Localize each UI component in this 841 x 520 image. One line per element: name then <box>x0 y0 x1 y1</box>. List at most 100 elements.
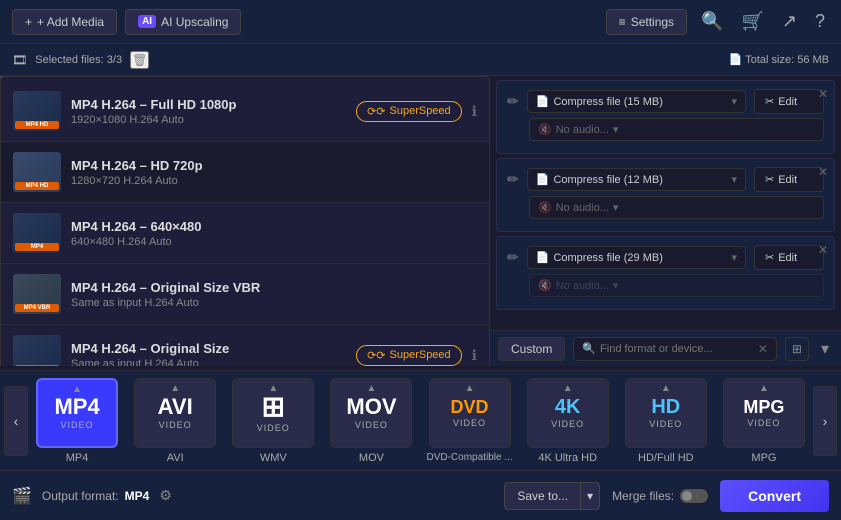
fmt-sub-hd: VIDEO <box>649 419 682 429</box>
fmt-label-mp4: MP4 <box>66 452 89 464</box>
format-item-720p[interactable]: MP4 HD MP4 H.264 – HD 720p 1280×720 H.26… <box>1 142 489 203</box>
format-info-1080p: MP4 H.264 – Full HD 1080p 1920×1080 H.26… <box>71 97 346 126</box>
clear-files-button[interactable]: 🗑 <box>130 51 149 69</box>
output-card-2: ✕ ✏ 📄 Compress file (12 MB) ▾ ✂ Edit <box>496 158 835 232</box>
format-info-720p: MP4 H.264 – HD 720p 1280×720 H.264 Auto <box>71 158 477 187</box>
format-icon-wmv[interactable]: ▲ ⊞ VIDEO WMV <box>228 378 318 464</box>
format-item-orig[interactable]: MP4 MP4 H.264 – Original Size Same as in… <box>1 325 489 366</box>
card-row-3-top: ✏ 📄 Compress file (29 MB) ▾ ✂ Edit <box>507 245 824 270</box>
edit-icon-2: ✏ <box>507 171 519 188</box>
fmt-box-dvd: ▲ DVD VIDEO <box>429 378 511 448</box>
compress-select-1[interactable]: 📄 Compress file (15 MB) ▾ <box>527 90 746 113</box>
close-icon-2: ✕ <box>818 165 828 179</box>
format-item-1080p[interactable]: MP4 HD MP4 H.264 – Full HD 1080p 1920×10… <box>1 81 489 142</box>
format-meta-640: 640×480 H.264 Auto <box>71 236 477 248</box>
plus-icon: + <box>25 15 32 29</box>
help-icon: ? <box>815 11 825 31</box>
fmt-text-4k: 4K <box>555 397 581 417</box>
fmt-badge-3: MP4 <box>15 243 59 251</box>
no-audio-select-2[interactable]: 🔇 No audio... ▾ <box>529 196 824 219</box>
format-icon-hd[interactable]: ▲ HD VIDEO HD/Full HD <box>621 378 711 464</box>
format-item-640[interactable]: MP4 MP4 H.264 – 640×480 640×480 H.264 Au… <box>1 203 489 264</box>
close-card-3-button[interactable]: ✕ <box>818 243 828 257</box>
topbar-right: ≡ Settings 🔍 🛒 ↗ ? <box>606 7 829 36</box>
format-icon-avi[interactable]: ▲ AVI VIDEO AVI <box>130 378 220 464</box>
close-card-1-button[interactable]: ✕ <box>818 87 828 101</box>
search-box: 🔍 ✕ <box>573 337 777 361</box>
ai-upscaling-button[interactable]: AI AI Upscaling <box>125 9 241 35</box>
search-glass-icon: 🔍 <box>582 342 596 355</box>
share-button[interactable]: ↗ <box>778 7 801 36</box>
no-audio-select-3[interactable]: 🔇 No audio... ▾ <box>529 274 824 297</box>
no-audio-icon-3: 🔇 <box>538 279 552 292</box>
fmt-badge-2: MP4 HD <box>15 182 59 190</box>
superspeed-badge-1: ⟳⟳ SuperSpeed <box>356 101 462 122</box>
format-name-orig: MP4 H.264 – Original Size <box>71 341 346 356</box>
convert-button[interactable]: Convert <box>720 480 829 512</box>
help-button[interactable]: ? <box>811 7 829 36</box>
fmt-sub-mov: VIDEO <box>355 420 388 430</box>
info-button-1[interactable]: ℹ <box>472 103 477 120</box>
format-info-orig: MP4 H.264 – Original Size Same as input … <box>71 341 346 367</box>
save-to-button[interactable]: Save to... <box>504 482 580 510</box>
compress-select-3[interactable]: 📄 Compress file (29 MB) ▾ <box>527 246 746 269</box>
format-info-vbr: MP4 H.264 – Original Size VBR Same as in… <box>71 280 477 309</box>
format-nav-right-button[interactable]: › <box>813 386 837 456</box>
close-card-2-button[interactable]: ✕ <box>818 165 828 179</box>
output-format-icon: 🎬 <box>12 486 32 506</box>
info-button-5[interactable]: ℹ <box>472 347 477 364</box>
merge-toggle-dot <box>682 491 692 501</box>
content-area: ▶ MP4HD ✓ MP4 HD <box>0 76 841 366</box>
format-name-vbr: MP4 H.264 – Original Size VBR <box>71 280 477 295</box>
edit-button-1[interactable]: ✂ Edit <box>754 89 824 114</box>
edit-icon-3: ✏ <box>507 249 519 266</box>
settings-button[interactable]: ≡ Settings <box>606 9 687 35</box>
fmt-label-mov: MOV <box>359 452 384 464</box>
custom-button[interactable]: Custom <box>498 337 565 361</box>
merge-files-toggle[interactable] <box>680 489 708 503</box>
format-icon-dvd[interactable]: ▲ DVD VIDEO DVD-Compatible ... <box>425 378 515 464</box>
file-thumb-2: MP4 HD <box>13 152 61 192</box>
chevron-down-icon-3: ▾ <box>731 251 737 264</box>
expand-right-button[interactable]: ▾ <box>817 339 833 359</box>
format-nav-left-button[interactable]: ‹ <box>4 386 28 456</box>
compress-file-icon-3: 📄 <box>536 251 550 264</box>
no-audio-select-1[interactable]: 🔇 No audio... ▾ <box>529 118 824 141</box>
output-format-value: MP4 <box>125 489 150 503</box>
file-thumb-3: MP4 <box>13 213 61 253</box>
search-button[interactable]: 🔍 <box>697 7 727 36</box>
file-thumb-1: MP4 HD <box>13 91 61 131</box>
add-media-button[interactable]: + + Add Media <box>12 9 117 35</box>
format-search-input[interactable] <box>600 343 754 355</box>
chevron-down-icon-1b: ▾ <box>613 123 619 136</box>
scissors-icon-1: ✂ <box>765 95 774 108</box>
superspeed-label: SuperSpeed <box>390 105 451 117</box>
grid-view-button[interactable]: ⊞ <box>785 337 809 361</box>
fmt-sub-mpg: VIDEO <box>747 418 780 428</box>
settings-lines-icon: ≡ <box>619 15 626 29</box>
chevron-left-icon: ‹ <box>14 413 19 429</box>
edit-button-3[interactable]: ✂ Edit <box>754 245 824 270</box>
fmt-box-mpg: ▲ MPG VIDEO <box>723 378 805 448</box>
format-icon-mpg[interactable]: ▲ MPG VIDEO MPG <box>719 378 809 464</box>
format-icon-4k[interactable]: ▲ 4K VIDEO 4K Ultra HD <box>523 378 613 464</box>
output-settings-gear-button[interactable]: ⚙ <box>159 487 172 504</box>
page-wrapper: + + Add Media AI AI Upscaling ≡ Settings… <box>0 0 841 520</box>
save-to-dropdown-button[interactable]: ▾ <box>580 482 600 510</box>
file-list-area: ▶ MP4HD ✓ MP4 HD <box>0 76 490 366</box>
format-icon-mp4[interactable]: ▲ MP4 VIDEO MP4 <box>32 378 122 464</box>
output-format-label: Output format: MP4 <box>42 489 149 503</box>
right-panel: ✕ ✏ 📄 Compress file (15 MB) ▾ ✂ Edit <box>490 76 841 366</box>
card-row-2-top: ✏ 📄 Compress file (12 MB) ▾ ✂ Edit <box>507 167 824 192</box>
cart-button[interactable]: 🛒 <box>737 7 767 36</box>
compress-select-2[interactable]: 📄 Compress file (12 MB) ▾ <box>527 168 746 191</box>
fmt-sub-wmv: VIDEO <box>257 423 290 433</box>
search-clear-button[interactable]: ✕ <box>758 342 768 356</box>
edit-button-2[interactable]: ✂ Edit <box>754 167 824 192</box>
cart-icon: 🛒 <box>741 11 763 31</box>
topbar: + + Add Media AI AI Upscaling ≡ Settings… <box>0 0 841 44</box>
edit-label-1: Edit <box>778 96 797 108</box>
format-item-vbr[interactable]: MP4 VBR MP4 H.264 – Original Size VBR Sa… <box>1 264 489 325</box>
format-icon-mov[interactable]: ▲ MOV VIDEO MOV <box>326 378 416 464</box>
trash-icon: 🗑 <box>132 53 147 67</box>
